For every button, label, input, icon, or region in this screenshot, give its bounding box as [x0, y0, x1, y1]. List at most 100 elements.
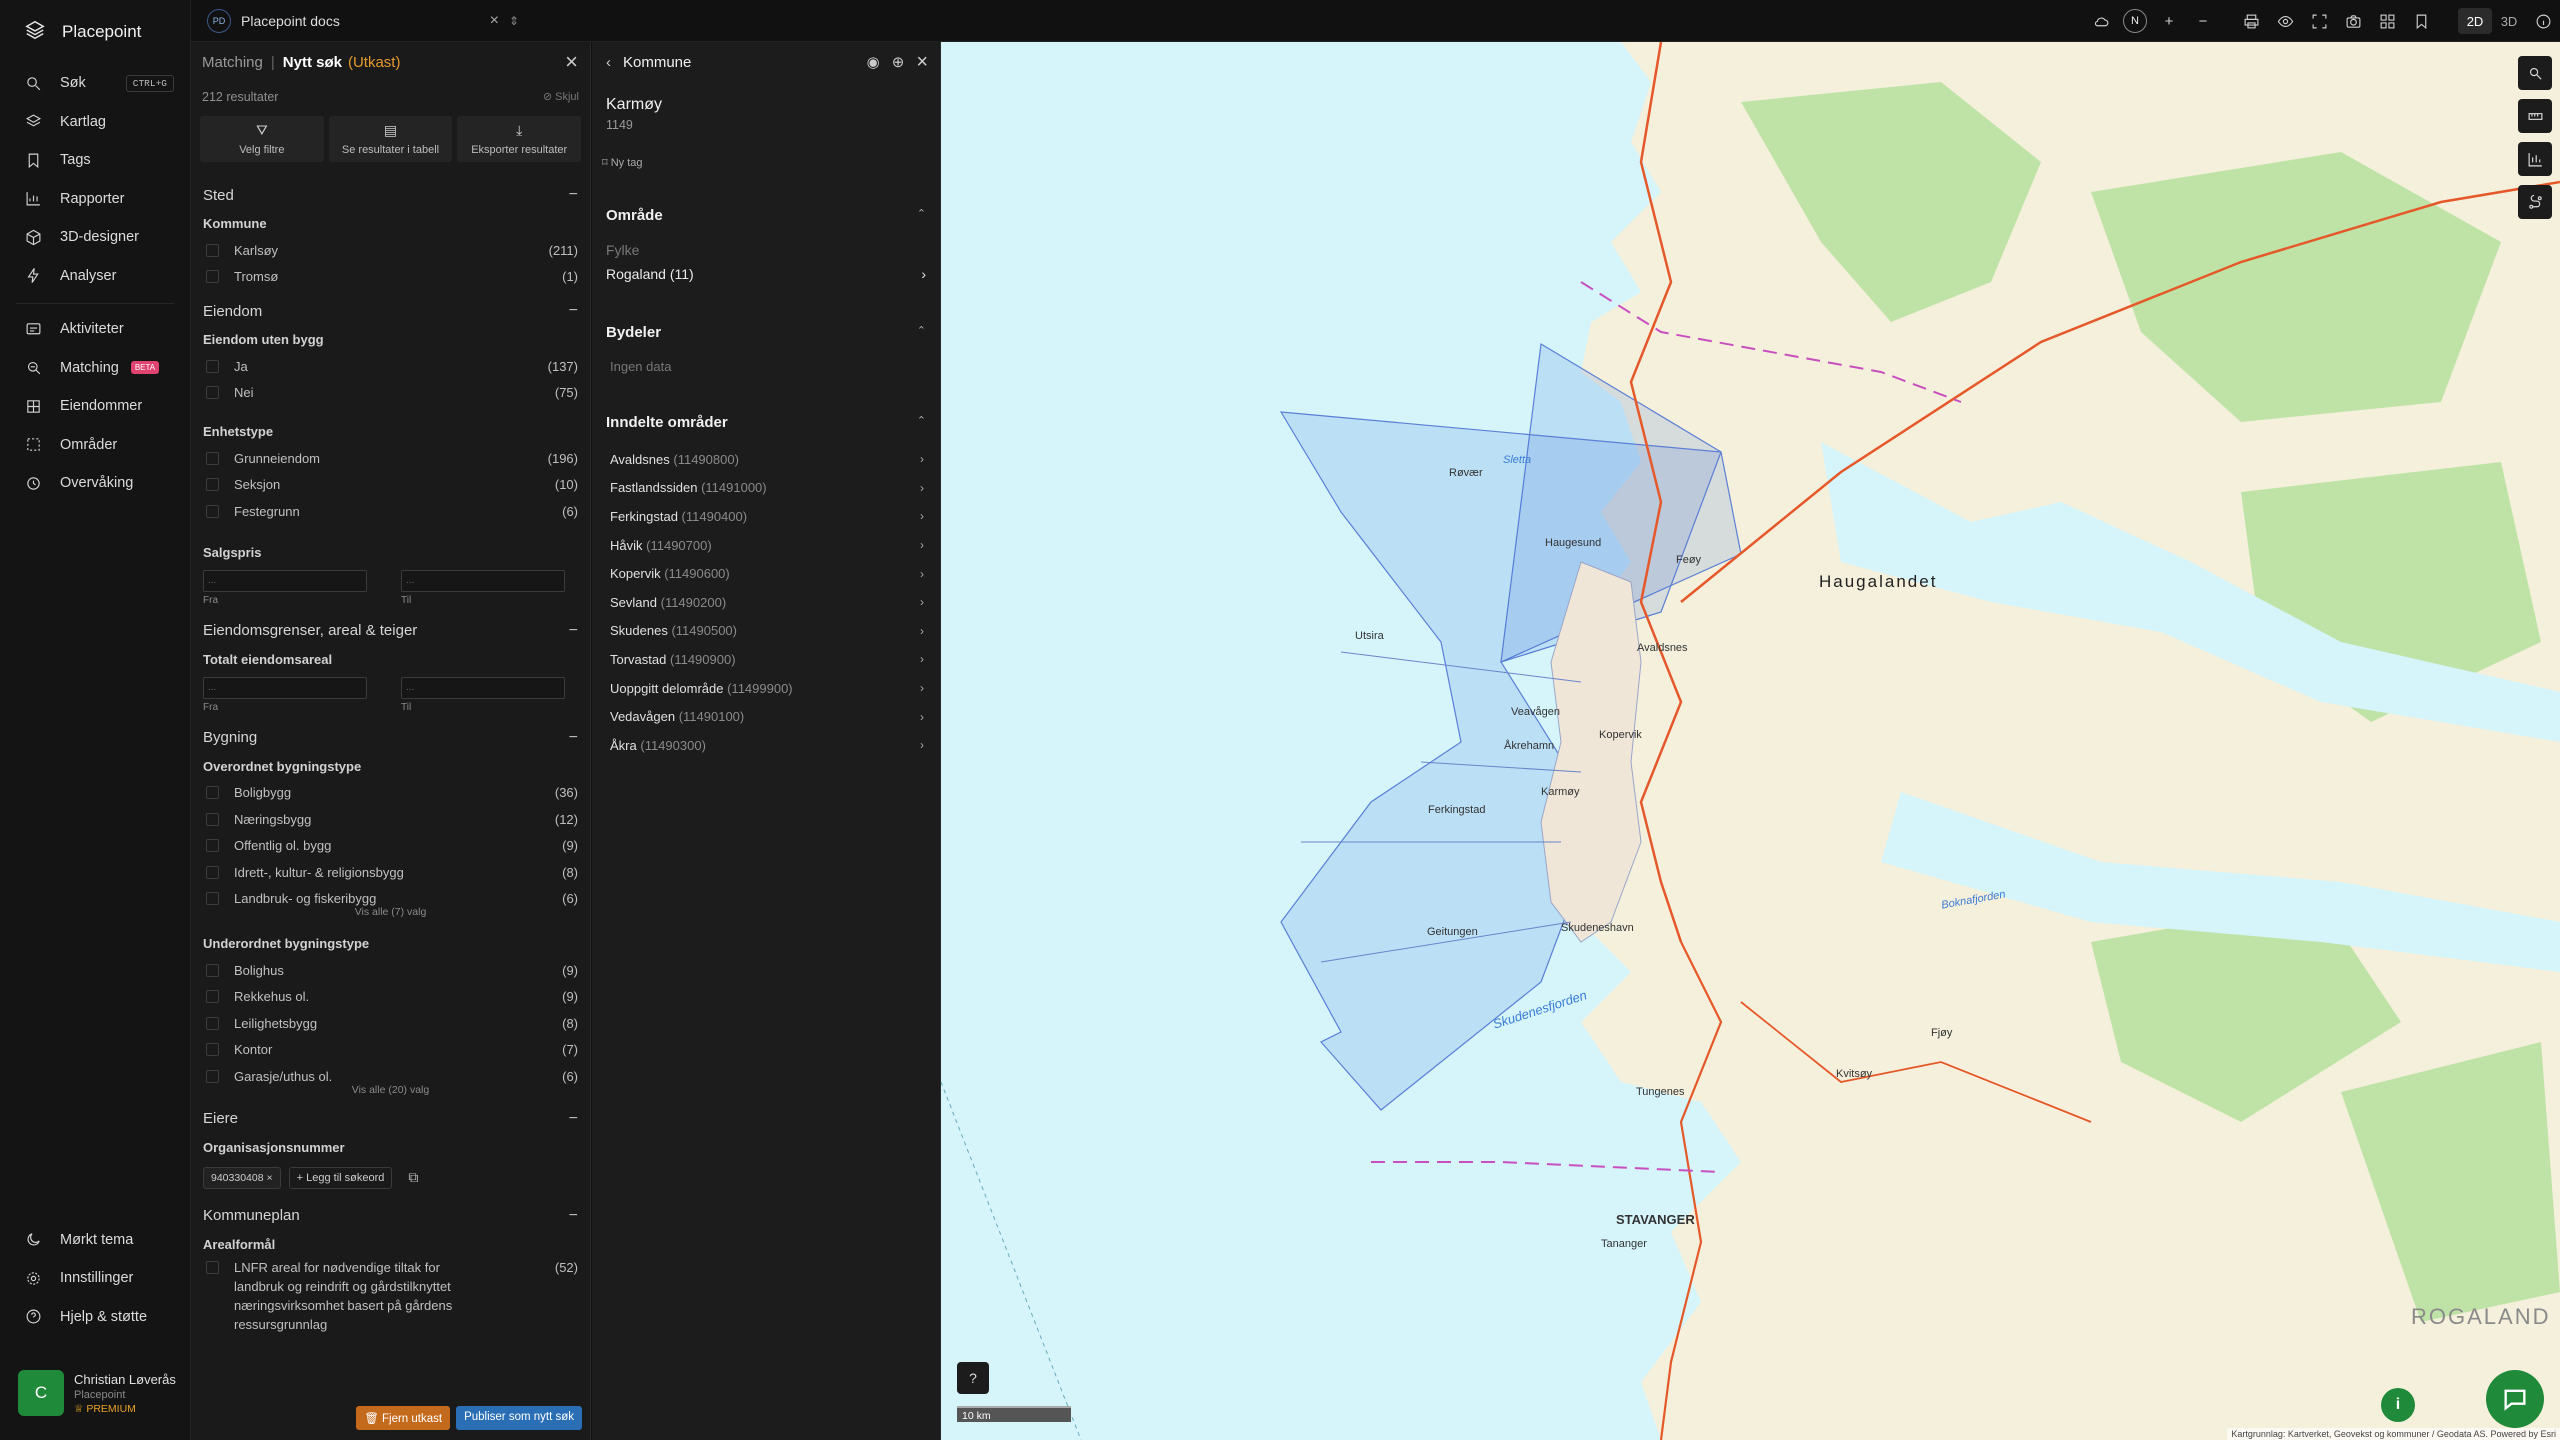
- close-icon[interactable]: ×: [565, 49, 578, 75]
- filter-option[interactable]: Leilighetsbygg (8): [203, 1010, 578, 1037]
- filter-option[interactable]: Kontor (7): [203, 1037, 578, 1064]
- nav-item-eiendommer[interactable]: Eiendommer: [0, 387, 190, 426]
- checkbox[interactable]: [206, 865, 219, 879]
- section-bydeler[interactable]: Bydeler ⌃: [592, 324, 940, 341]
- filter-option[interactable]: Grunneiendom (196): [203, 445, 578, 472]
- area-item[interactable]: Sevland (11490200) ›: [592, 588, 940, 617]
- checkbox[interactable]: [206, 990, 219, 1004]
- section-header[interactable]: Eiere −: [203, 1104, 578, 1134]
- section-header[interactable]: Eiendomsgrenser, areal & teiger −: [203, 616, 578, 646]
- close-icon[interactable]: ×: [916, 51, 928, 74]
- checkbox[interactable]: [206, 478, 219, 492]
- area-from-input[interactable]: ...: [203, 676, 367, 699]
- filter-option[interactable]: Idrett-, kultur- & religionsbygg (8): [203, 859, 578, 886]
- nav-item-help[interactable]: Hjelp & støtte: [0, 1298, 190, 1337]
- workspace-selector[interactable]: PD Placepoint docs × ⇕: [191, 0, 531, 42]
- checkbox[interactable]: [206, 386, 219, 400]
- chart-tool-button[interactable]: [2518, 142, 2552, 176]
- grid-view-icon[interactable]: [2370, 0, 2404, 42]
- area-item[interactable]: Vedavågen (11490100) ›: [592, 702, 940, 731]
- zoom-out-icon[interactable]: −: [2186, 0, 2220, 42]
- nav-item-sok[interactable]: Søk CTRL+G: [0, 64, 190, 103]
- area-to-input[interactable]: ...: [401, 676, 565, 699]
- checkbox[interactable]: [206, 504, 219, 518]
- filter-option[interactable]: Tromsø (1): [203, 264, 578, 291]
- area-item[interactable]: Kopervik (11490600) ›: [592, 559, 940, 588]
- checkbox[interactable]: [206, 451, 219, 465]
- measure-tool-button[interactable]: [2518, 99, 2552, 133]
- area-item[interactable]: Ferkingstad (11490400) ›: [592, 502, 940, 531]
- chevron-updown-icon[interactable]: ⇕: [509, 14, 519, 28]
- copy-icon[interactable]: ⧉: [408, 1169, 418, 1186]
- clear-icon[interactable]: ×: [490, 12, 499, 30]
- checkbox[interactable]: [206, 1016, 219, 1030]
- price-from-input[interactable]: ...: [203, 569, 367, 592]
- filter-option[interactable]: LNFR areal for nødvendige tiltak for lan…: [203, 1258, 578, 1334]
- checkbox[interactable]: [206, 786, 219, 800]
- price-to-input[interactable]: ...: [401, 569, 565, 592]
- new-tag-button[interactable]: ⌑ Ny tag: [592, 136, 940, 169]
- print-icon[interactable]: [2234, 0, 2268, 42]
- filter-option[interactable]: Rekkehus ol. (9): [203, 984, 578, 1011]
- nav-item-aktiviteter[interactable]: Aktiviteter: [0, 310, 190, 349]
- user-profile[interactable]: C Christian Løverås Placepoint ♕ PREMIUM: [18, 1370, 176, 1416]
- show-all-link[interactable]: Vis alle (7) valg: [203, 906, 578, 918]
- route-tool-button[interactable]: [2518, 185, 2552, 219]
- nav-item-dark-theme[interactable]: Mørkt tema: [0, 1221, 190, 1260]
- brand[interactable]: Placepoint: [0, 0, 190, 64]
- compass-button[interactable]: N: [2118, 0, 2152, 42]
- checkbox[interactable]: [206, 1043, 219, 1057]
- export-button[interactable]: ⤓ Eksporter resultater: [457, 116, 582, 162]
- eye-icon[interactable]: [2268, 0, 2302, 42]
- remove-draft-button[interactable]: 🗑 Fjern utkast: [356, 1406, 451, 1430]
- nav-item-settings[interactable]: Innstillinger: [0, 1259, 190, 1298]
- checkbox[interactable]: [206, 812, 219, 826]
- nav-item-3d-designer[interactable]: 3D-designer: [0, 218, 190, 257]
- nav-item-kartlag[interactable]: Kartlag: [0, 103, 190, 142]
- show-all-link[interactable]: Vis alle (20) valg: [203, 1084, 578, 1096]
- camera-icon[interactable]: [2336, 0, 2370, 42]
- publish-button[interactable]: Publiser som nytt søk: [456, 1406, 582, 1430]
- area-item[interactable]: Fastlandssiden (11491000) ›: [592, 474, 940, 503]
- section-header[interactable]: Eiendom −: [203, 296, 578, 326]
- section-header[interactable]: Sted −: [203, 180, 578, 210]
- section-inndelte[interactable]: Inndelte områder ⌃: [592, 414, 940, 431]
- nav-item-tags[interactable]: Tags: [0, 141, 190, 180]
- area-item[interactable]: Avaldsnes (11490800) ›: [592, 445, 940, 474]
- fylke-row[interactable]: Rogaland (11) ›: [592, 262, 940, 286]
- nav-item-matching[interactable]: Matching BETA: [0, 349, 190, 388]
- map-canvas[interactable]: Haugalandet STAVANGER ROGALAND Haugesund…: [941, 42, 2560, 1440]
- filter-option[interactable]: Boligbygg (36): [203, 780, 578, 807]
- chat-button[interactable]: [2486, 1370, 2544, 1428]
- fullscreen-icon[interactable]: [2302, 0, 2336, 42]
- checkbox[interactable]: [206, 892, 219, 906]
- section-omrade[interactable]: Område ⌃: [592, 207, 940, 224]
- breadcrumb-matching[interactable]: Matching: [202, 54, 263, 71]
- cloud-icon[interactable]: [2084, 0, 2118, 42]
- filter-option[interactable]: Karlsøy (211): [203, 237, 578, 264]
- keyword-chip[interactable]: 940330408 ×: [203, 1166, 281, 1189]
- checkbox[interactable]: [206, 839, 219, 853]
- layer-tool-button[interactable]: [2518, 56, 2552, 90]
- checkbox[interactable]: [206, 359, 219, 373]
- checkbox[interactable]: [206, 243, 219, 257]
- back-chevron-icon[interactable]: ‹: [606, 54, 611, 71]
- mode-2d-button[interactable]: 2D: [2458, 8, 2492, 34]
- section-header[interactable]: Bygning −: [203, 723, 578, 753]
- filter-option[interactable]: Bolighus (9): [203, 957, 578, 984]
- nav-item-omrader[interactable]: Områder: [0, 426, 190, 465]
- area-item[interactable]: Åkra (11490300) ›: [592, 731, 940, 760]
- view-table-button[interactable]: ▤ Se resultater i tabell: [328, 116, 453, 162]
- map-help-button[interactable]: ?: [957, 1362, 989, 1394]
- target-icon[interactable]: ⊕: [892, 53, 905, 71]
- area-item[interactable]: Skudenes (11490500) ›: [592, 617, 940, 646]
- remove-chip-icon[interactable]: ×: [266, 1172, 272, 1184]
- area-item[interactable]: Uoppgitt delområde (11499900) ›: [592, 674, 940, 703]
- hide-button[interactable]: ⊘ Skjul: [543, 90, 579, 104]
- filter-option[interactable]: Festegrunn (6): [203, 498, 578, 525]
- nav-item-rapporter[interactable]: Rapporter: [0, 180, 190, 219]
- filter-option[interactable]: Ja (137): [203, 353, 578, 380]
- checkbox[interactable]: [206, 963, 219, 977]
- checkbox[interactable]: [206, 270, 219, 284]
- info-button[interactable]: i: [2381, 1388, 2415, 1422]
